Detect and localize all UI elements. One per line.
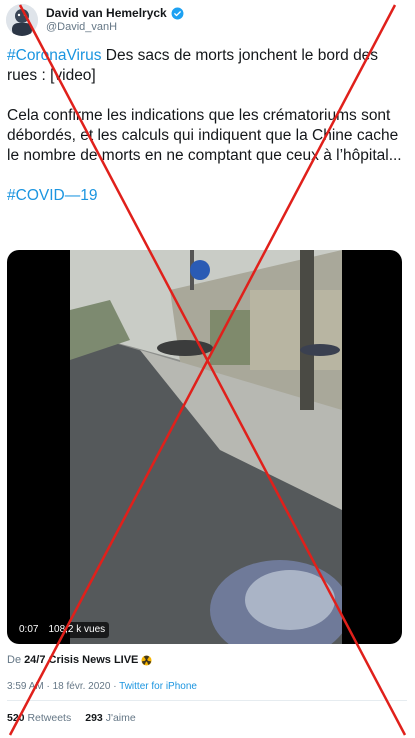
divider [7, 700, 407, 701]
source-prefix: De [7, 654, 22, 666]
avatar[interactable] [6, 4, 38, 36]
video-timestamp: 0:07 [15, 622, 43, 638]
video-info-badge: 0:07 108,2 k vues [15, 622, 110, 638]
author-names: David van Hemelryck @David_vanH [46, 6, 184, 34]
tweet-stats: 520 Retweets 293 J'aime [7, 712, 136, 724]
source-name[interactable]: 24/7 Crisis News LIVE [24, 654, 138, 666]
hashtag-coronavirus[interactable]: #CoronaVirus [7, 47, 102, 64]
video-source: De 24/7 Crisis News LIVE [7, 654, 152, 666]
author-handle[interactable]: @David_vanH [46, 21, 184, 34]
tweet-meta: 3:59 AM · 18 févr. 2020 · Twitter for iP… [7, 681, 197, 692]
meta-separator-1: · [43, 681, 53, 692]
meta-separator-2: · [110, 681, 120, 692]
tweet-card: David van Hemelryck @David_vanH #CoronaV… [0, 0, 415, 738]
tweet-header: David van Hemelryck @David_vanH [6, 4, 184, 36]
retweets-count: 520 [7, 712, 25, 724]
tweet-paragraph-2: Cela confirme les indications que les cr… [7, 107, 402, 164]
likes-label: J'aime [105, 712, 136, 724]
likes-count: 293 [85, 712, 103, 724]
avatar-image [6, 4, 38, 36]
video-views: 108,2 k vues [44, 622, 110, 638]
verified-badge-icon [171, 7, 184, 20]
likes-stat[interactable]: 293 J'aime [85, 712, 135, 724]
video-player[interactable]: 0:07 108,2 k vues [7, 250, 402, 644]
tweet-app[interactable]: Twitter for iPhone [119, 681, 197, 692]
hashtag-covid19[interactable]: #COVID—19 [7, 186, 407, 206]
tweet-paragraph-1: #CoronaVirus Des sacs de morts jonchent … [7, 46, 407, 86]
tweet-time[interactable]: 3:59 AM [7, 681, 44, 692]
video-frame [70, 250, 342, 644]
retweets-label: Retweets [27, 712, 72, 724]
tweet-date[interactable]: 18 févr. 2020 [53, 681, 111, 692]
author-name[interactable]: David van Hemelryck [46, 6, 167, 21]
radioactive-emoji-icon [141, 654, 152, 666]
retweets-stat[interactable]: 520 Retweets [7, 712, 71, 724]
tweet-text: #CoronaVirus Des sacs de morts jonchent … [7, 46, 407, 206]
